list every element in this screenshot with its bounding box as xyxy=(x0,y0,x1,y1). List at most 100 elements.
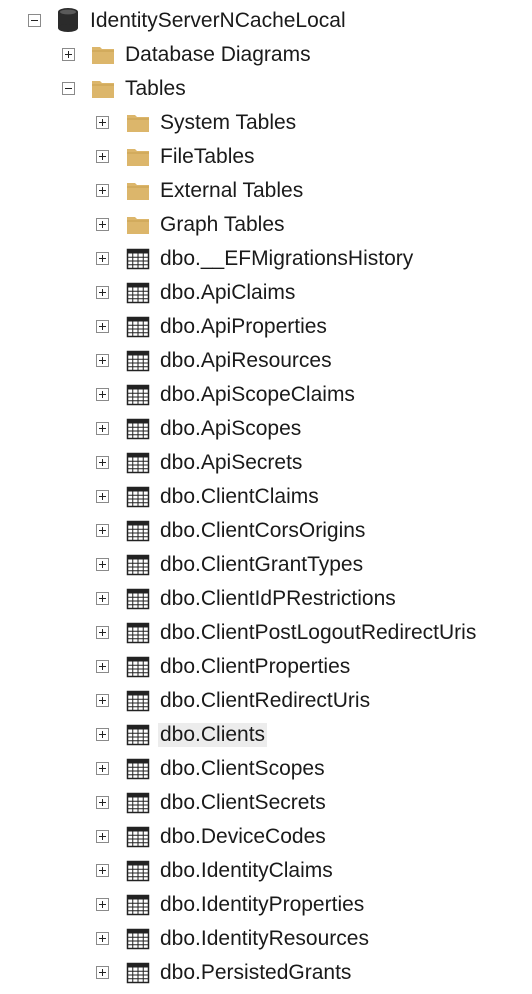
subfolder-label[interactable]: System Tables xyxy=(158,111,298,135)
table-label[interactable]: dbo.ClientPostLogoutRedirectUris xyxy=(158,621,478,645)
subfolder-external-tables[interactable]: External Tables xyxy=(0,174,532,208)
expand-plus-icon[interactable] xyxy=(96,490,109,503)
table-label[interactable]: dbo.IdentityClaims xyxy=(158,859,335,883)
subfolder-filetables[interactable]: FileTables xyxy=(0,140,532,174)
table-label[interactable]: dbo.ClientProperties xyxy=(158,655,352,679)
table-label[interactable]: dbo.ClientRedirectUris xyxy=(158,689,372,713)
object-explorer-tree: IdentityServerNCacheLocal Database Diagr… xyxy=(0,0,532,994)
expand-plus-icon[interactable] xyxy=(96,388,109,401)
table-grid-icon xyxy=(126,690,150,717)
table-label[interactable]: dbo.ApiResources xyxy=(158,349,334,373)
table-grid-icon xyxy=(126,928,150,955)
table-row[interactable]: dbo.PersistedGrants xyxy=(0,956,532,990)
table-row[interactable]: dbo.ApiScopeClaims xyxy=(0,378,532,412)
expand-plus-icon[interactable] xyxy=(96,898,109,911)
expand-plus-icon[interactable] xyxy=(96,626,109,639)
table-grid-icon xyxy=(126,350,150,377)
expand-plus-icon[interactable] xyxy=(96,524,109,537)
table-row[interactable]: dbo.DeviceCodes xyxy=(0,820,532,854)
collapse-minus-icon[interactable] xyxy=(28,14,41,27)
database-diagrams-label[interactable]: Database Diagrams xyxy=(123,43,313,67)
expand-plus-icon[interactable] xyxy=(96,354,109,367)
subfolder-label[interactable]: Graph Tables xyxy=(158,213,287,237)
expand-plus-icon[interactable] xyxy=(96,694,109,707)
table-grid-icon xyxy=(126,554,150,581)
table-label[interactable]: dbo.ClientScopes xyxy=(158,757,327,781)
expand-plus-icon[interactable] xyxy=(96,558,109,571)
subfolder-label[interactable]: FileTables xyxy=(158,145,257,169)
expand-plus-icon[interactable] xyxy=(96,660,109,673)
table-label[interactable]: dbo.PersistedGrants xyxy=(158,961,353,985)
table-grid-icon xyxy=(126,588,150,615)
folder-icon xyxy=(126,146,150,173)
expand-plus-icon[interactable] xyxy=(96,286,109,299)
table-label[interactable]: dbo.ClientCorsOrigins xyxy=(158,519,367,543)
table-row[interactable]: dbo.ApiResources xyxy=(0,344,532,378)
expand-plus-icon[interactable] xyxy=(96,116,109,129)
table-grid-icon xyxy=(126,452,150,479)
table-row[interactable]: dbo.ApiSecrets xyxy=(0,446,532,480)
tables-folder-node[interactable]: Tables xyxy=(0,72,532,106)
folder-icon xyxy=(126,112,150,139)
table-label[interactable]: dbo.ApiSecrets xyxy=(158,451,304,475)
expand-plus-icon[interactable] xyxy=(96,422,109,435)
table-row[interactable]: dbo.ClientIdPRestrictions xyxy=(0,582,532,616)
table-row[interactable]: dbo.IdentityClaims xyxy=(0,854,532,888)
table-grid-icon xyxy=(126,248,150,275)
database-diagrams-node[interactable]: Database Diagrams xyxy=(0,38,532,72)
table-label[interactable]: dbo.ClientSecrets xyxy=(158,791,328,815)
table-row[interactable]: dbo.__EFMigrationsHistory xyxy=(0,242,532,276)
subfolder-system-tables[interactable]: System Tables xyxy=(0,106,532,140)
expand-plus-icon[interactable] xyxy=(96,728,109,741)
table-row[interactable]: dbo.ClientPostLogoutRedirectUris xyxy=(0,616,532,650)
expand-plus-icon[interactable] xyxy=(96,796,109,809)
table-label[interactable]: dbo.ApiClaims xyxy=(158,281,297,305)
table-grid-icon xyxy=(126,826,150,853)
expand-plus-icon[interactable] xyxy=(96,830,109,843)
table-row[interactable]: dbo.IdentityResources xyxy=(0,922,532,956)
table-label[interactable]: dbo.IdentityProperties xyxy=(158,893,366,917)
database-label[interactable]: IdentityServerNCacheLocal xyxy=(88,9,348,33)
table-label[interactable]: dbo.ClientGrantTypes xyxy=(158,553,365,577)
expand-plus-icon[interactable] xyxy=(96,252,109,265)
table-grid-icon xyxy=(126,962,150,989)
table-label[interactable]: dbo.ApiProperties xyxy=(158,315,329,339)
table-label[interactable]: dbo.__EFMigrationsHistory xyxy=(158,247,415,271)
table-row[interactable]: dbo.IdentityProperties xyxy=(0,888,532,922)
table-row[interactable]: dbo.ApiClaims xyxy=(0,276,532,310)
table-label[interactable]: dbo.ApiScopeClaims xyxy=(158,383,357,407)
expand-plus-icon[interactable] xyxy=(96,932,109,945)
table-row[interactable]: dbo.ApiScopes xyxy=(0,412,532,446)
expand-plus-icon[interactable] xyxy=(96,864,109,877)
database-node[interactable]: IdentityServerNCacheLocal xyxy=(0,4,532,38)
table-row[interactable]: dbo.ClientSecrets xyxy=(0,786,532,820)
table-label[interactable]: dbo.ClientIdPRestrictions xyxy=(158,587,398,611)
table-row[interactable]: dbo.ClientCorsOrigins xyxy=(0,514,532,548)
expand-plus-icon[interactable] xyxy=(96,966,109,979)
expand-plus-icon[interactable] xyxy=(96,218,109,231)
expand-plus-icon[interactable] xyxy=(96,184,109,197)
collapse-minus-icon[interactable] xyxy=(62,82,75,95)
table-row[interactable]: dbo.ClientGrantTypes xyxy=(0,548,532,582)
table-label[interactable]: dbo.ApiScopes xyxy=(158,417,303,441)
table-row[interactable]: dbo.ClientRedirectUris xyxy=(0,684,532,718)
table-grid-icon xyxy=(126,792,150,819)
table-row[interactable]: dbo.ApiProperties xyxy=(0,310,532,344)
table-row[interactable]: dbo.ClientScopes xyxy=(0,752,532,786)
subfolder-label[interactable]: External Tables xyxy=(158,179,305,203)
expand-plus-icon[interactable] xyxy=(96,762,109,775)
table-label-selected[interactable]: dbo.Clients xyxy=(158,723,268,747)
expand-plus-icon[interactable] xyxy=(96,320,109,333)
table-row[interactable]: dbo.Clients xyxy=(0,718,532,752)
expand-plus-icon[interactable] xyxy=(62,48,75,61)
subfolder-graph-tables[interactable]: Graph Tables xyxy=(0,208,532,242)
table-row[interactable]: dbo.ClientProperties xyxy=(0,650,532,684)
expand-plus-icon[interactable] xyxy=(96,456,109,469)
table-label[interactable]: dbo.IdentityResources xyxy=(158,927,371,951)
expand-plus-icon[interactable] xyxy=(96,592,109,605)
expand-plus-icon[interactable] xyxy=(96,150,109,163)
table-row[interactable]: dbo.ClientClaims xyxy=(0,480,532,514)
table-label[interactable]: dbo.DeviceCodes xyxy=(158,825,328,849)
table-label[interactable]: dbo.ClientClaims xyxy=(158,485,321,509)
tables-folder-label[interactable]: Tables xyxy=(123,77,188,101)
